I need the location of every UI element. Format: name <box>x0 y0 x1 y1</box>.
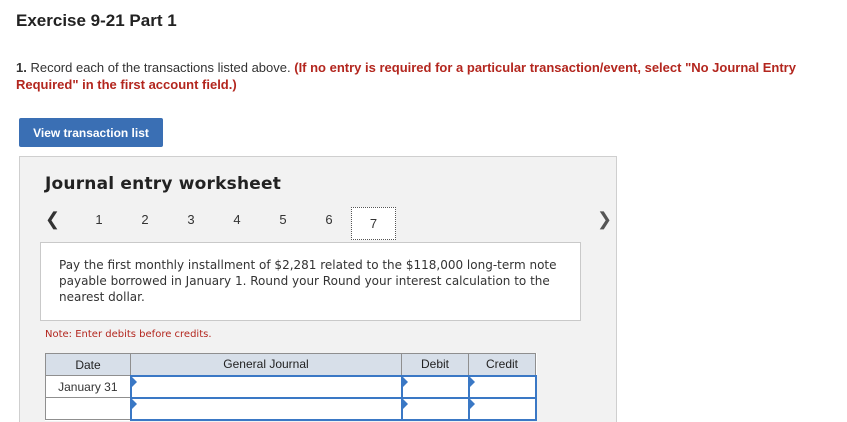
instruction-text: Record each of the transactions listed a… <box>26 60 295 75</box>
tab-4[interactable]: 4 <box>227 212 247 227</box>
instruction-number: 1. <box>16 60 27 75</box>
credit-input[interactable] <box>467 396 537 421</box>
general-journal-header: General Journal <box>130 353 402 376</box>
debit-input[interactable] <box>400 374 470 399</box>
journal-table: Date General Journal Debit Credit Januar… <box>45 353 537 421</box>
tab-2[interactable]: 2 <box>135 212 155 227</box>
tab-3[interactable]: 3 <box>181 212 201 227</box>
tab-7[interactable]: 7 <box>351 207 396 240</box>
transaction-description: Pay the first monthly installment of $2,… <box>40 242 581 321</box>
credit-header: Credit <box>468 353 536 376</box>
table-row: January 31 <box>45 374 537 399</box>
date-header: Date <box>45 353 131 376</box>
date-cell: January 31 <box>45 375 131 398</box>
tab-1[interactable]: 1 <box>89 212 109 227</box>
instructions: 1. Record each of the transactions liste… <box>16 59 846 93</box>
debit-header: Debit <box>401 353 469 376</box>
account-input[interactable] <box>129 396 403 421</box>
worksheet-title: Journal entry worksheet <box>45 174 282 194</box>
tab-5[interactable]: 5 <box>273 212 293 227</box>
page-title: Exercise 9-21 Part 1 <box>16 11 177 30</box>
account-input[interactable] <box>129 374 403 399</box>
chevron-left-icon[interactable]: ❮ <box>45 209 60 230</box>
view-transaction-list-button[interactable]: View transaction list <box>19 118 163 147</box>
credit-input[interactable] <box>467 374 537 399</box>
date-cell <box>45 397 131 420</box>
tab-6[interactable]: 6 <box>319 212 339 227</box>
journal-entry-worksheet: Journal entry worksheet ❮ 1 2 3 4 5 6 7 … <box>19 156 617 422</box>
table-row <box>45 396 537 421</box>
debit-input[interactable] <box>400 396 470 421</box>
chevron-right-icon[interactable]: ❯ <box>597 209 612 230</box>
note-text: Note: Enter debits before credits. <box>45 329 212 340</box>
